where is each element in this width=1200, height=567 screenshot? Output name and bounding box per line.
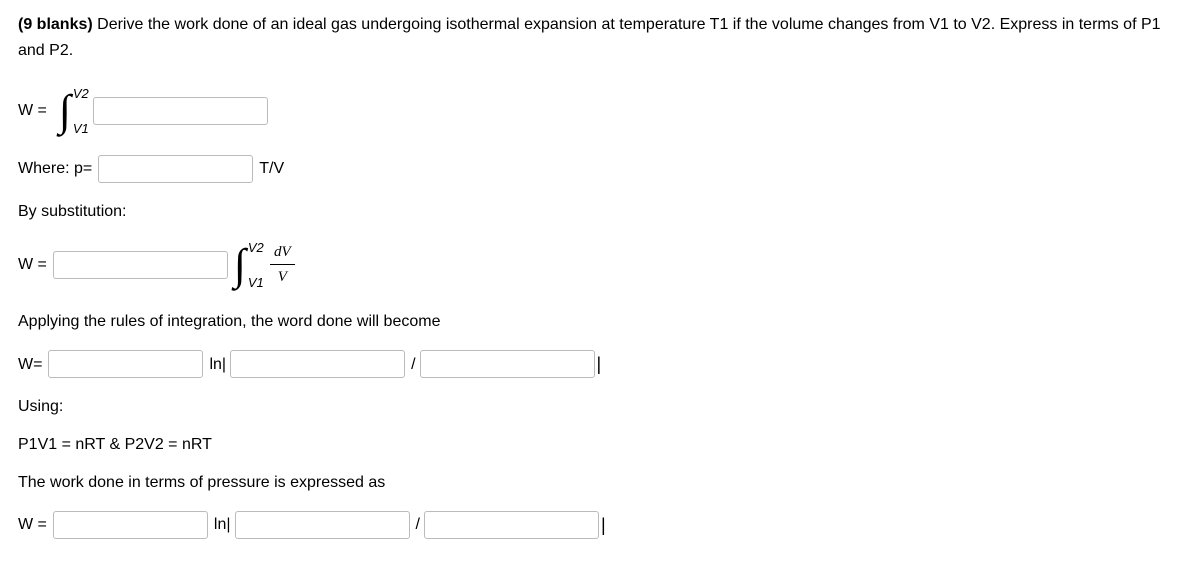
- w-equals-4: W =: [18, 512, 47, 538]
- ln-2: ln|: [214, 512, 231, 538]
- int2-lower: V1: [248, 276, 264, 289]
- equation-row-3: W= ln| / |: [18, 346, 1182, 382]
- ln-1: ln|: [209, 352, 226, 378]
- using-label: Using:: [18, 394, 1182, 420]
- slash-1: /: [411, 352, 415, 378]
- where-label: Where: p=: [18, 156, 92, 182]
- blank-7[interactable]: [53, 511, 208, 539]
- blank-5[interactable]: [230, 350, 405, 378]
- question-header: (9 blanks) Derive the work done of an id…: [18, 12, 1182, 63]
- slash-2: /: [416, 512, 420, 538]
- where-row: Where: p= T/V: [18, 151, 1182, 187]
- integral-sign-icon-2: ∫ V2 V1: [234, 243, 246, 287]
- fraction-dv-v: dV V: [270, 240, 295, 289]
- int2-upper: V2: [248, 241, 264, 254]
- pipe-2: |: [601, 511, 606, 540]
- pressure-text: The work done in terms of pressure is ex…: [18, 470, 1182, 496]
- relation-text: P1V1 = nRT & P2V2 = nRT: [18, 432, 1182, 458]
- equation-row-1: W = ∫ V2 V1: [18, 83, 1182, 139]
- blank-8[interactable]: [235, 511, 410, 539]
- w-equals-3: W=: [18, 352, 42, 378]
- frac-den: V: [274, 265, 291, 289]
- tv-suffix: T/V: [259, 156, 284, 182]
- integral-1: ∫ V2 V1: [59, 89, 71, 133]
- blank-2[interactable]: [98, 155, 253, 183]
- blank-6[interactable]: [420, 350, 595, 378]
- int1-upper: V2: [73, 87, 89, 100]
- integral-sign-icon: ∫ V2 V1: [59, 89, 71, 133]
- w-equals-1: W =: [18, 98, 47, 124]
- frac-num: dV: [270, 240, 295, 265]
- w-equals-2: W =: [18, 252, 47, 278]
- blank-4[interactable]: [48, 350, 203, 378]
- question-prompt: Derive the work done of an ideal gas und…: [18, 16, 1161, 59]
- equation-row-2: W = ∫ V2 V1 dV V: [18, 237, 1182, 293]
- blank-9[interactable]: [424, 511, 599, 539]
- integral-2: ∫ V2 V1: [234, 243, 246, 287]
- blank-3[interactable]: [53, 251, 228, 279]
- pipe-1: |: [597, 350, 602, 379]
- blanks-label: (9 blanks): [18, 16, 93, 33]
- blank-1[interactable]: [93, 97, 268, 125]
- integration-text: Applying the rules of integration, the w…: [18, 309, 1182, 335]
- by-substitution: By substitution:: [18, 199, 1182, 225]
- int1-lower: V1: [73, 122, 89, 135]
